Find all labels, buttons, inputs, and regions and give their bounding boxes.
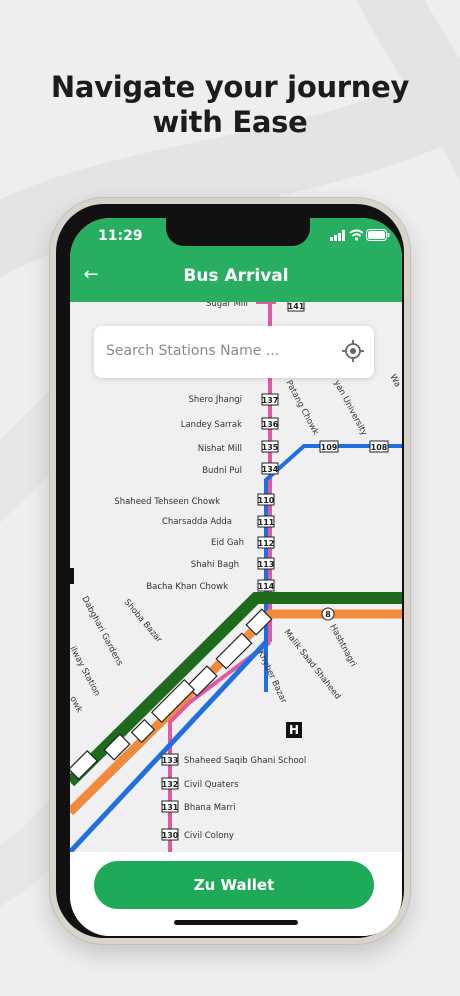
status-time: 11:29: [98, 228, 143, 244]
page-title: Bus Arrival: [183, 266, 289, 286]
station-108[interactable]: 108: [369, 440, 389, 453]
station-111[interactable]: 111 Charsadda Adda: [162, 515, 275, 528]
station-hashtnagri[interactable]: 8: [321, 607, 335, 621]
label-chowk: owk: [70, 695, 84, 715]
transit-map[interactable]: 141 Sugar Mill 137 Shero Jhangi 136 Landey …: [70, 302, 402, 936]
svg-text:113: 113: [258, 560, 275, 569]
svg-text:132: 132: [162, 780, 179, 789]
hospital-icon: H: [286, 722, 302, 738]
svg-text:Civil Colony: Civil Colony: [184, 831, 234, 841]
svg-text:112: 112: [258, 539, 275, 548]
svg-text:Nishat Mill: Nishat Mill: [198, 444, 242, 454]
svg-text:Shero Jhangi: Shero Jhangi: [189, 395, 242, 405]
svg-text:Charsadda Adda: Charsadda Adda: [162, 517, 232, 527]
wifi-icon: [349, 229, 364, 241]
headline: Navigate your journey with Ease: [0, 70, 460, 140]
home-indicator: [174, 920, 298, 925]
battery-icon: [366, 229, 390, 241]
label-railway-station: ilway Station: [70, 645, 102, 698]
label-malik-saad-shaheed: Malik Saad Shaheed: [282, 628, 343, 702]
station-130[interactable]: 130 Civil Colony: [161, 828, 234, 841]
label-shoba-bazar: Shoba Bazar: [122, 598, 164, 646]
svg-text:Bhana Marri: Bhana Marri: [184, 803, 235, 813]
svg-text:141: 141: [288, 302, 305, 311]
map-edge-marker: [70, 568, 74, 584]
search-input[interactable]: Search Stations Name ...: [106, 343, 279, 359]
svg-text:Bacha Khan Chowk: Bacha Khan Chowk: [146, 582, 228, 592]
svg-text:108: 108: [371, 443, 388, 452]
svg-text:109: 109: [321, 443, 338, 452]
svg-text:136: 136: [262, 420, 279, 429]
label-khyber-bazar: Khyber Bazar: [255, 649, 288, 705]
svg-text:110: 110: [258, 496, 275, 505]
svg-text:Budni Pul: Budni Pul: [202, 466, 242, 476]
label-hayatabad-university: yan University: [331, 379, 369, 438]
headline-line2: with Ease: [152, 105, 308, 139]
svg-text:Civil Quaters: Civil Quaters: [184, 780, 239, 790]
station-134[interactable]: 134 Budni Pul: [202, 462, 279, 476]
signal-icon: [330, 230, 345, 241]
phone-bezel: 11:29 ← Bus Arrival 141 Sugar Mill 137 S…: [56, 204, 404, 938]
svg-text:114: 114: [258, 582, 275, 591]
svg-text:133: 133: [162, 756, 179, 765]
svg-text:H: H: [289, 723, 299, 737]
svg-text:Shahi Bagh: Shahi Bagh: [191, 560, 239, 570]
svg-text:Shaheed Saqib Ghani School: Shaheed Saqib Ghani School: [184, 756, 306, 766]
svg-text:8: 8: [325, 610, 331, 619]
label-patang-chowk: Patang Chowk: [283, 379, 320, 437]
station-110[interactable]: 110 Shaheed Tehseen Chowk: [114, 493, 275, 507]
station-113[interactable]: 113 Shahi Bagh: [191, 557, 275, 570]
label-hashtnagri: Hashtnagri: [327, 623, 358, 669]
app-bar: ← Bus Arrival: [70, 252, 402, 302]
svg-text:131: 131: [162, 803, 179, 812]
svg-text:Landey Sarrak: Landey Sarrak: [181, 420, 242, 430]
search-bar[interactable]: Search Stations Name ...: [94, 326, 374, 378]
label-w: Wa: [387, 373, 402, 389]
station-132[interactable]: 132 Civil Quaters: [161, 777, 239, 790]
svg-text:130: 130: [162, 831, 179, 840]
station-label-sugar-mill: Sugar Mill: [206, 302, 248, 309]
svg-text:Eid Gah: Eid Gah: [211, 538, 244, 548]
station-131[interactable]: 131 Bhana Marri: [161, 800, 236, 813]
label-dabghari-gardens: Dabghari Gardens: [79, 595, 124, 668]
station-133[interactable]: 133 Shaheed Saqib Ghani School: [161, 753, 307, 766]
svg-text:111: 111: [258, 518, 275, 527]
station-141[interactable]: 141 Sugar Mill: [206, 302, 305, 312]
station-114[interactable]: 114 Bacha Khan Chowk: [146, 579, 275, 592]
svg-text:135: 135: [262, 443, 279, 452]
station-137[interactable]: 137 Shero Jhangi: [189, 393, 279, 406]
svg-text:137: 137: [262, 396, 279, 405]
station-136[interactable]: 136 Landey Sarrak: [181, 417, 279, 430]
station-112[interactable]: 112 Eid Gah: [211, 536, 275, 549]
station-135[interactable]: 135 Nishat Mill: [198, 440, 279, 454]
station-109[interactable]: 109: [319, 440, 339, 453]
zu-wallet-button[interactable]: Zu Wallet: [94, 861, 374, 909]
phone-frame: 11:29 ← Bus Arrival 141 Sugar Mill 137 S…: [50, 198, 410, 944]
camera-notch: [166, 218, 310, 246]
svg-text:134: 134: [262, 465, 279, 474]
headline-line1: Navigate your journey: [50, 70, 410, 104]
locate-icon[interactable]: [342, 340, 364, 362]
phone-screen: 11:29 ← Bus Arrival 141 Sugar Mill 137 S…: [70, 218, 402, 936]
svg-text:Shaheed Tehseen Chowk: Shaheed Tehseen Chowk: [114, 497, 220, 507]
